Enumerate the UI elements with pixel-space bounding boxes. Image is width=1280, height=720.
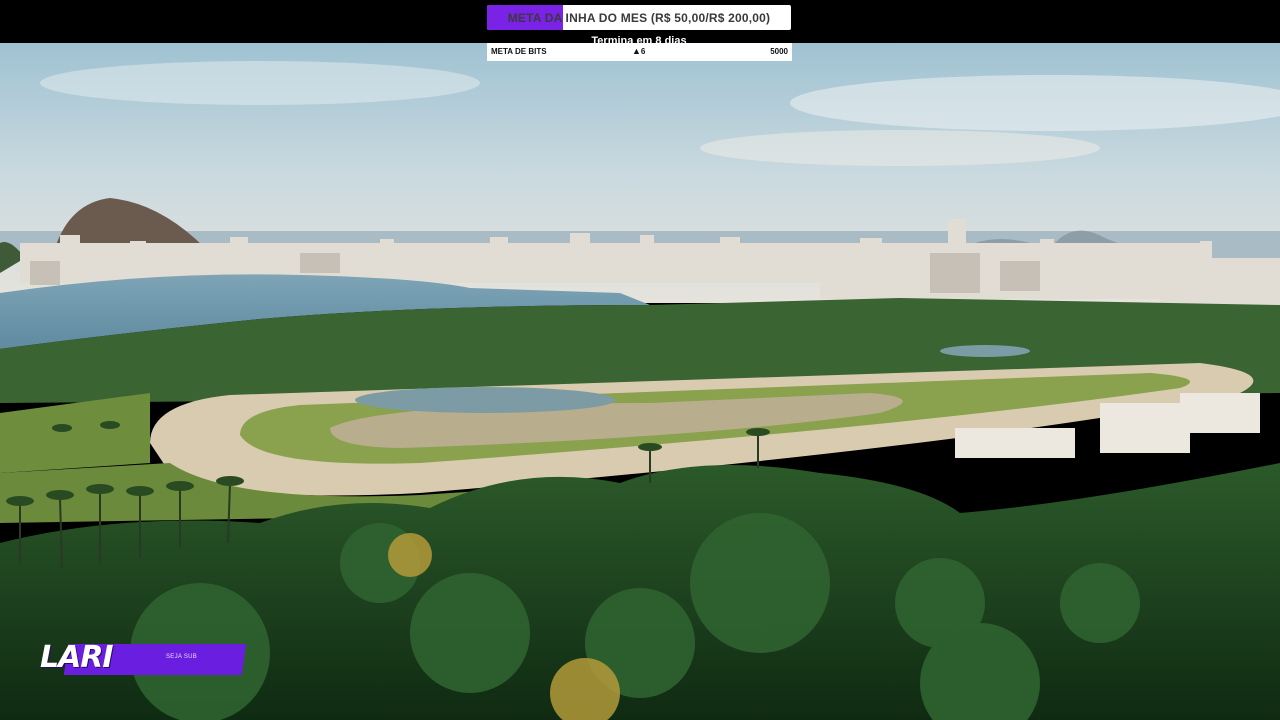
landscape-illustration xyxy=(0,43,1280,720)
aerial-city-view xyxy=(0,43,1280,720)
bits-goal-progress: ▲6 xyxy=(632,46,645,56)
triangle-up-icon: ▲ xyxy=(632,46,641,56)
bits-current-value: 6 xyxy=(640,47,646,56)
monthly-goal-bar: META DA INHA DO MES (R$ 50,00/R$ 200,00) xyxy=(487,5,791,30)
monthly-goal-label: META DA INHA DO MES (R$ 50,00/R$ 200,00) xyxy=(507,11,771,25)
bits-target-value: 5000 xyxy=(770,47,788,56)
streamer-name: LARI xyxy=(40,640,114,675)
streamer-subtitle: SEJA SUB xyxy=(166,654,198,660)
goal-ends-text: Termina em 8 dias xyxy=(591,35,687,46)
bits-goal-label: META DE BITS xyxy=(491,47,547,56)
streamer-tag: LARI SEJA SUB xyxy=(36,640,247,676)
